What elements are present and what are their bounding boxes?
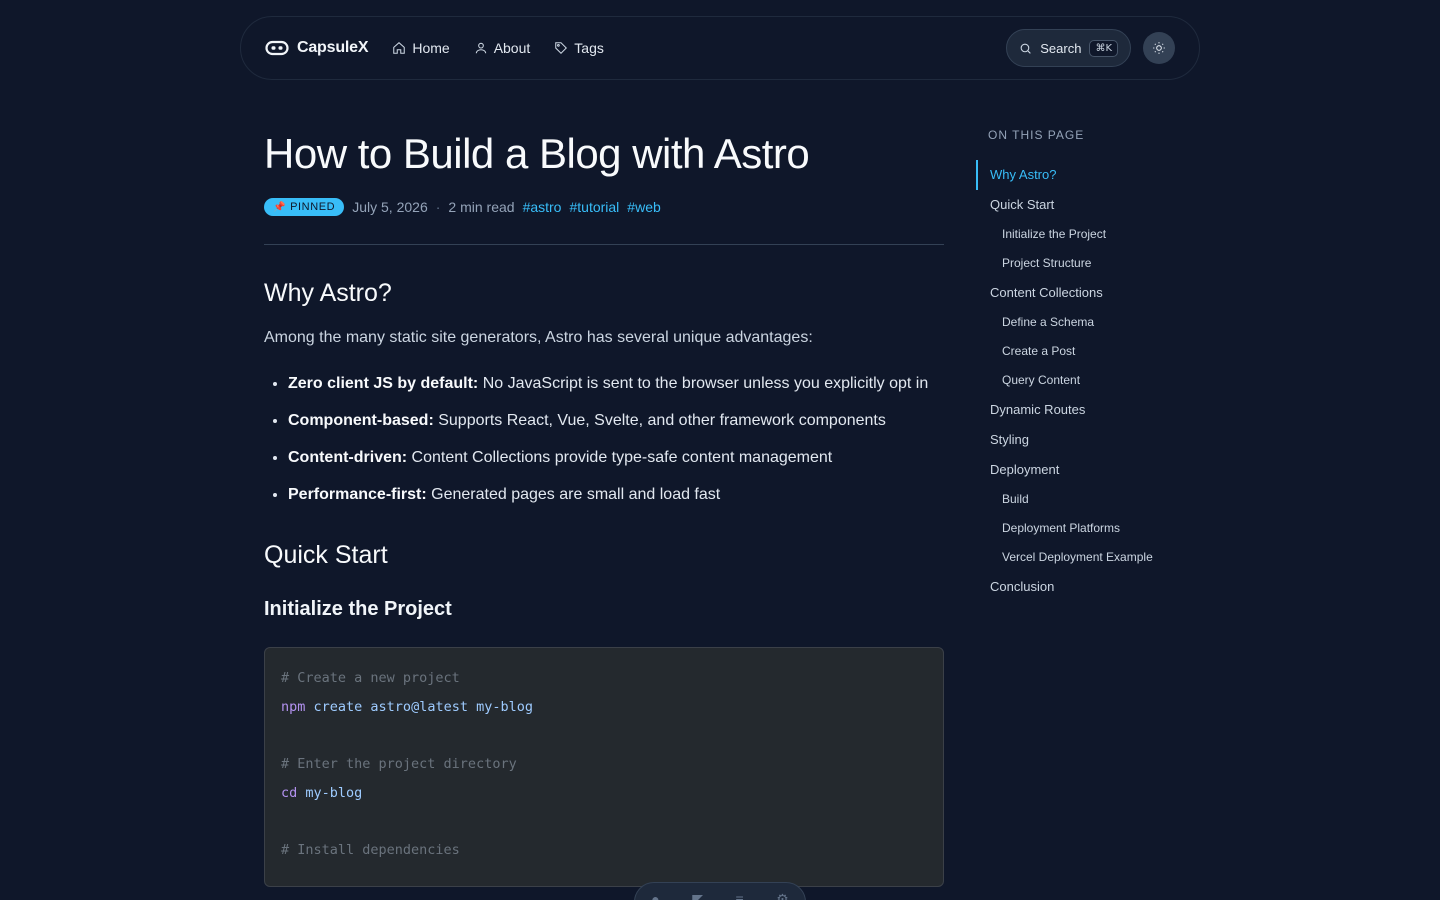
capsule-logo-icon (265, 40, 289, 56)
heading-why-astro: Why Astro? (264, 279, 392, 307)
table-of-contents: ON THIS PAGE Why Astro? Quick Start Initia… (976, 128, 1200, 602)
search-shortcut: ⌘K (1089, 39, 1118, 57)
feature-text: Content Collections provide type-safe co… (407, 449, 833, 466)
feature-bold: Performance-first: (288, 486, 427, 503)
tag-icon (555, 42, 568, 54)
sun-icon (1153, 42, 1165, 54)
list-item: Content-driven: Content Collections prov… (288, 443, 944, 472)
code-command: cd (281, 784, 298, 801)
feature-bold: Content-driven: (288, 449, 408, 466)
code-comment: # Install dependencies (281, 842, 460, 859)
read-time: 2 min read (448, 199, 515, 215)
toc-item[interactable]: Deployment Platforms (976, 514, 1200, 543)
toc-title: ON THIS PAGE (988, 128, 1085, 142)
nav-tags-label: Tags (574, 40, 604, 56)
pinned-badge: 📌 PINNED (264, 198, 345, 216)
share-icon[interactable]: ◤ (692, 891, 703, 900)
brand-link[interactable]: CapsuleX (265, 39, 369, 57)
feature-text: No JavaScript is sent to the browser unl… (478, 375, 929, 392)
user-icon (475, 42, 486, 54)
feature-text: Supports React, Vue, Svelte, and other f… (433, 412, 886, 429)
code-block[interactable]: # Create a new project npm create astro@… (264, 647, 944, 887)
toc-item[interactable]: Create a Post (976, 337, 1200, 366)
feature-bold: Component-based: (288, 412, 434, 429)
menu-icon[interactable]: ≡ (736, 891, 744, 900)
code-comment: # Enter the project directory (281, 756, 517, 773)
heading-initialize-project: Initialize the Project (264, 598, 452, 620)
search-icon (1020, 43, 1031, 54)
tag-link-astro[interactable]: #astro (523, 199, 562, 215)
paragraph-intro: Among the many static site generators, A… (264, 329, 813, 346)
toc-item[interactable]: Initialize the Project (976, 220, 1200, 249)
floating-toolbar: ● ◤ ≡ ⚙ (634, 882, 806, 900)
toc-item[interactable]: Query Content (976, 366, 1200, 395)
home-icon (393, 42, 406, 54)
pinned-label: PINNED (290, 201, 336, 213)
code-comment: # Create a new project (281, 670, 460, 686)
tag-link-web[interactable]: #web (627, 199, 660, 215)
list-item: Zero client JS by default: No JavaScript… (288, 369, 944, 398)
search-button[interactable]: Search ⌘K (1006, 29, 1131, 67)
user-icon[interactable]: ● (651, 891, 659, 900)
post-date: July 5, 2026 (352, 199, 428, 215)
theme-toggle-button[interactable] (1143, 32, 1175, 64)
feature-list: Zero client JS by default: No JavaScript… (264, 369, 944, 509)
article: How to Build a Blog with Astro 📌 PINNED … (264, 128, 944, 887)
nav-home[interactable]: Home (392, 40, 450, 56)
meta-separator: · (435, 199, 441, 215)
code-line: npm create astro@latest my-blog (281, 693, 927, 722)
heading-quick-start: Quick Start (264, 541, 388, 569)
search-label: Search (1040, 40, 1082, 56)
pin-icon: 📌 (273, 201, 287, 213)
top-navbar: CapsuleX Home About Tags Search ⌘K (240, 16, 1200, 80)
list-item: Performance-first: Generated pages are s… (288, 480, 944, 509)
nav-about[interactable]: About (474, 40, 531, 56)
nav-tags[interactable]: Tags (554, 40, 604, 56)
toc-item[interactable]: Dynamic Routes (976, 395, 1200, 425)
toc-item[interactable]: Vercel Deployment Example (976, 543, 1200, 572)
toc-item[interactable]: Why Astro? (976, 160, 1200, 190)
list-item: Component-based: Supports React, Vue, Sv… (288, 406, 944, 435)
toc-item[interactable]: Project Structure (976, 249, 1200, 278)
post-meta: 📌 PINNED July 5, 2026 · 2 min read #astr… (264, 196, 944, 218)
brand-name: CapsuleX (297, 39, 369, 56)
toc-item[interactable]: Build (976, 485, 1200, 514)
toc-item[interactable]: Content Collections (976, 278, 1200, 308)
feature-text: Generated pages are small and load fast (426, 486, 721, 503)
code-command: npm (281, 698, 306, 715)
code-line: cd my-blog (281, 779, 927, 808)
code-args: my-blog (305, 784, 363, 801)
toc-item[interactable]: Styling (976, 425, 1200, 455)
toc-item[interactable]: Conclusion (976, 572, 1200, 602)
toc-item[interactable]: Deployment (976, 455, 1200, 485)
tag-link-tutorial[interactable]: #tutorial (569, 199, 619, 215)
nav-home-label: Home (412, 40, 450, 56)
page-title: How to Build a Blog with Astro (264, 130, 810, 177)
toc-item[interactable]: Define a Schema (976, 308, 1200, 337)
nav-about-label: About (493, 40, 531, 56)
settings-icon[interactable]: ⚙ (776, 891, 789, 900)
feature-bold: Zero client JS by default: (288, 375, 479, 392)
divider (264, 244, 944, 245)
toc-item[interactable]: Quick Start (976, 190, 1200, 220)
code-args: create astro@latest my-blog (313, 698, 533, 715)
toc-list: Why Astro? Quick Start Initialize the Proj… (976, 160, 1200, 602)
